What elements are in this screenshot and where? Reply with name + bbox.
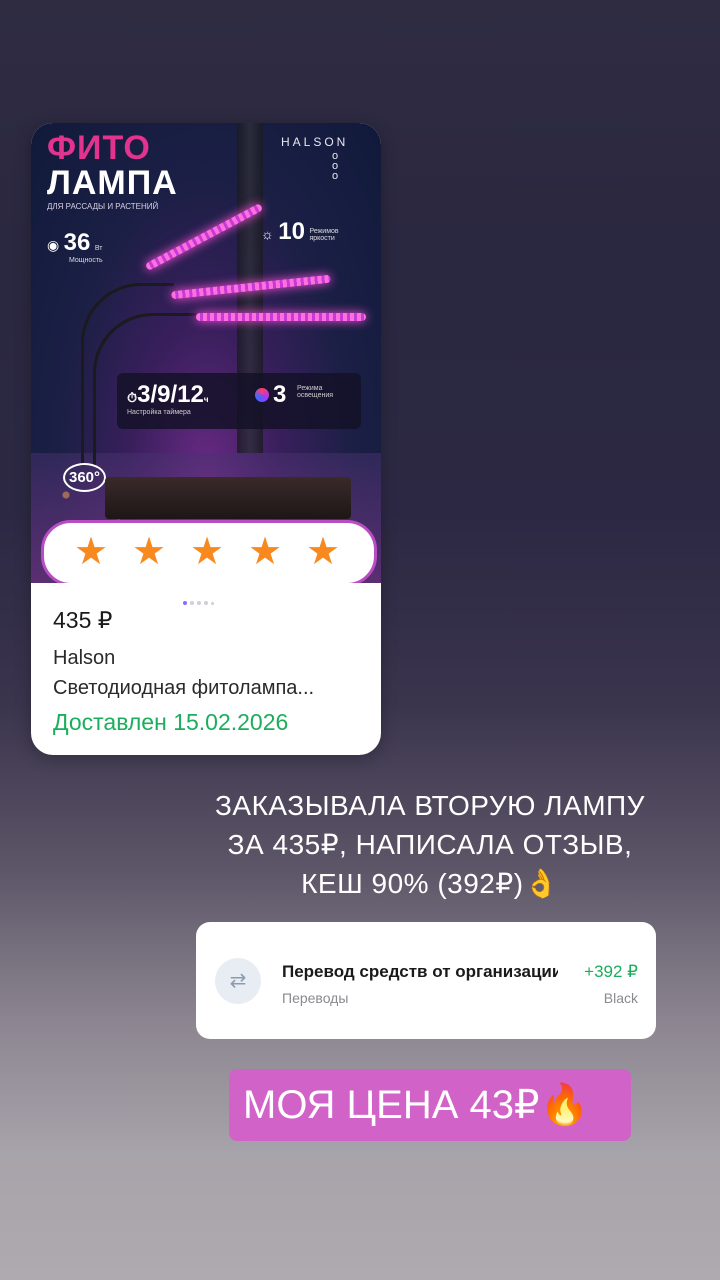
transfer-arrows-icon: ⇄	[215, 958, 261, 1004]
timer-unit: ч	[203, 395, 209, 404]
lamp-led-bar	[196, 313, 366, 321]
carousel-dot[interactable]	[197, 601, 201, 605]
carousel-dot-active[interactable]	[183, 601, 187, 605]
timer-icon: ⏱	[127, 390, 138, 405]
product-card[interactable]: ФИТО ЛАМПА для рассады и растений HALSON…	[31, 123, 381, 755]
light-modes-value: 3	[273, 381, 287, 408]
product-seller[interactable]: Halson	[53, 647, 115, 670]
transfer-category: Переводы	[282, 990, 349, 1006]
rotation-360-badge: 360°	[63, 463, 107, 492]
transfer-card[interactable]: ⇄ Перевод средств от организации Перевод…	[196, 922, 656, 1039]
lamp-title-line1: ФИТО	[47, 129, 151, 167]
sun-icon: ☼	[261, 226, 274, 242]
star-icon: ★	[190, 531, 225, 573]
my-price-tag: МОЯ ЦЕНА 43₽🔥	[229, 1069, 631, 1141]
product-image[interactable]: ФИТО ЛАМПА для рассады и растений HALSON…	[31, 123, 381, 583]
my-price-text: МОЯ ЦЕНА 43₽🔥	[243, 1083, 590, 1127]
star-icon: ★	[306, 531, 341, 573]
star-icon: ★	[132, 531, 167, 573]
star-icon: ★	[74, 531, 109, 573]
transfer-title: Перевод средств от организации	[282, 962, 558, 981]
power-spec: ◉ 36 Вт Мощность	[47, 229, 103, 264]
timer-info-box: ⏱3/9/12ч Настройка таймера 3 Режима осве…	[117, 373, 361, 429]
timer-value-text: 3/9/12	[137, 381, 204, 408]
carousel-dot[interactable]	[211, 602, 214, 605]
light-modes-caption: Режима освещения	[297, 385, 334, 399]
carousel-dot[interactable]	[190, 601, 194, 605]
brand-logo: HALSON	[281, 135, 349, 149]
transfer-amount: +392 ₽	[584, 962, 638, 981]
product-price: 435 ₽	[53, 607, 113, 633]
timer-value: ⏱3/9/12ч	[127, 381, 209, 409]
transfer-account: Black	[603, 990, 638, 1006]
lamp-title-line2: ЛАМПА	[47, 164, 178, 202]
brightness-caption: Режимов яркости	[309, 227, 339, 242]
power-caption: Мощность	[69, 257, 103, 264]
brightness-spec: ☼ 10 Режимов яркости	[261, 218, 353, 246]
story-caption: ЗАКАЗЫВАЛА ВТОРУЮ ЛАМПУ ЗА 435₽, НАПИСАЛ…	[215, 790, 645, 899]
brightness-value: 10	[278, 218, 305, 245]
rating-stars: ★ ★ ★ ★ ★	[41, 520, 377, 583]
power-icon: ◉	[47, 237, 60, 253]
product-name[interactable]: Светодиодная фитолампа...	[53, 677, 314, 700]
light-modes-icon	[255, 388, 269, 402]
brand-logo-icon: ooo	[331, 150, 339, 182]
delivery-status: Доставлен 15.02.2026	[53, 709, 289, 735]
power-value: 36	[63, 229, 91, 256]
carousel-dots[interactable]	[183, 592, 217, 610]
seedling-tray	[105, 477, 351, 519]
timer-caption: Настройка таймера	[127, 409, 191, 416]
power-unit: Вт	[94, 245, 103, 252]
carousel-dot[interactable]	[204, 601, 208, 605]
star-icon: ★	[248, 531, 283, 573]
lamp-subtitle: для рассады и растений	[47, 202, 159, 211]
